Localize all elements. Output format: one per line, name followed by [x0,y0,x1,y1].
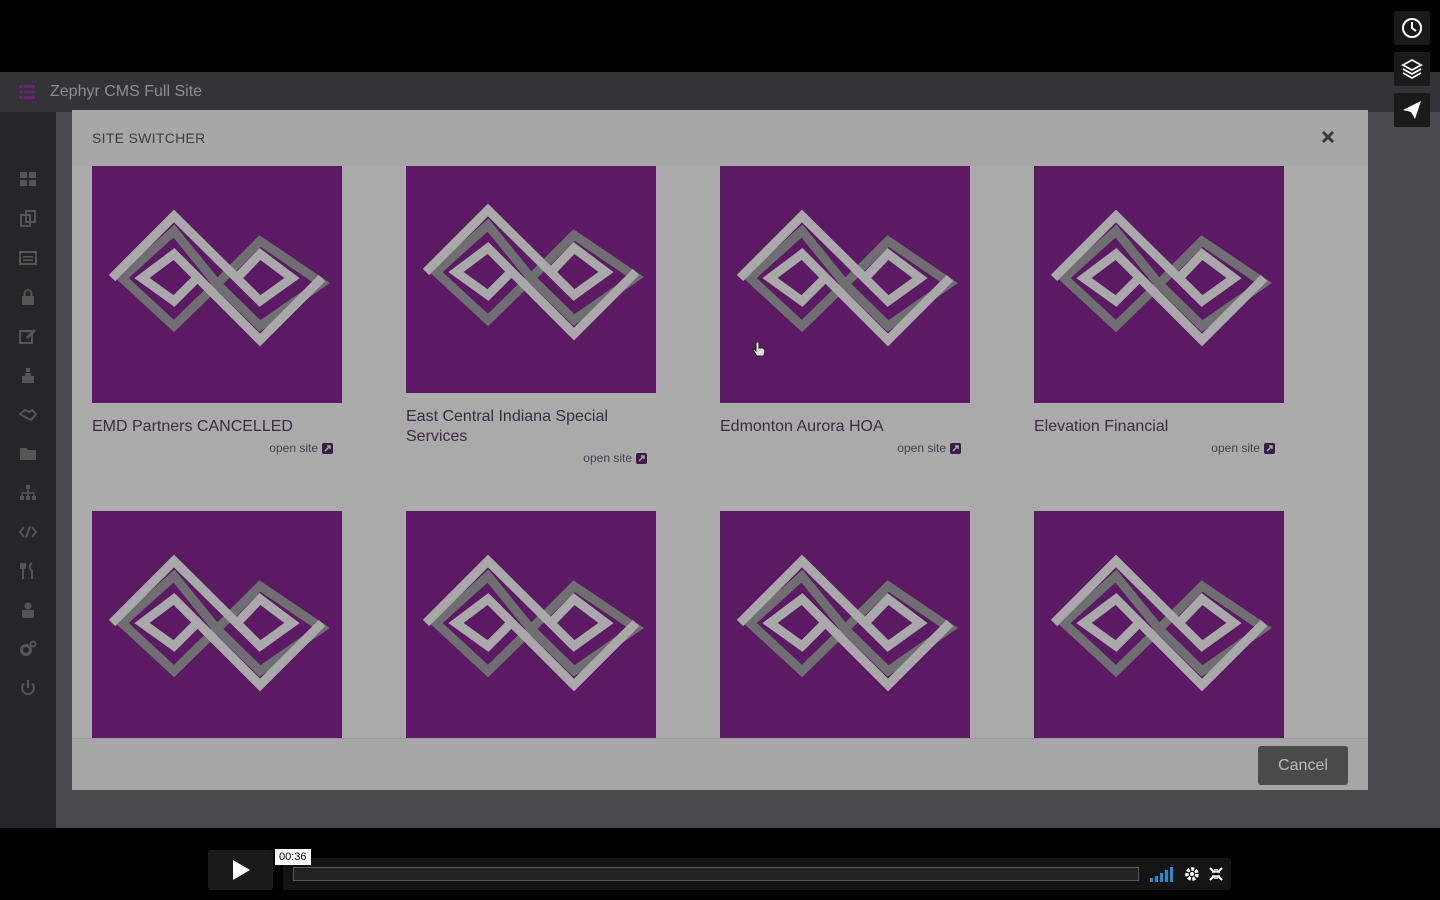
copy-icon[interactable] [18,209,38,229]
site-logo-icon[interactable] [406,166,656,393]
open-site-link[interactable]: open site [406,451,656,465]
sitemap-icon[interactable] [18,366,38,386]
site-card: EMD Partners CANCELLED open site [92,166,342,455]
site-name[interactable]: EMD Partners CANCELLED [92,417,342,437]
site-switcher-modal: SITE SWITCHER EMD Partners CANCELLED ope… [72,110,1368,790]
site-name[interactable]: Elevation Financial [1034,417,1284,437]
dashboard-icon[interactable] [18,169,38,189]
external-link-icon [950,442,961,454]
site-logo-icon[interactable] [720,511,970,738]
user-lock-icon[interactable] [18,600,38,620]
edit-icon[interactable] [18,326,38,346]
close-icon[interactable] [1318,127,1338,147]
lock-icon[interactable] [18,287,38,307]
utensils-icon[interactable] [18,561,38,581]
volume-icon[interactable] [1150,866,1174,882]
site-card: Elevation Financial open site [1034,166,1284,455]
modal-title: SITE SWITCHER [92,130,206,146]
external-link-icon [636,452,647,464]
site-card [1034,511,1284,738]
site-grid: EMD Partners CANCELLED open site East Ce… [72,166,1368,738]
settings-icon[interactable] [1183,865,1201,883]
site-logo-icon[interactable] [1034,166,1284,403]
open-site-link[interactable]: open site [720,441,970,455]
fullscreen-icon[interactable] [1209,867,1223,881]
site-name[interactable]: Edmonton Aurora HOA [720,417,970,437]
player-controls [283,858,1231,890]
clock-icon [1402,18,1422,38]
timecode: 00:36 [275,849,311,865]
open-site-label[interactable]: open site [269,441,318,455]
send-icon [1403,101,1421,119]
open-site-label[interactable]: open site [1211,441,1260,455]
site-logo-icon[interactable] [1034,511,1284,738]
send-button[interactable] [1394,93,1430,127]
code-icon[interactable] [18,522,38,542]
list-icon[interactable] [18,248,38,268]
external-link-icon [1264,442,1275,454]
open-site-link[interactable]: open site [1034,441,1284,455]
site-card: Edmonton Aurora HOA open site [720,166,970,455]
hand-cursor-icon [752,341,766,357]
site-logo-icon[interactable] [92,511,342,738]
site-card [406,511,656,738]
progress-bar[interactable] [293,867,1139,881]
top-bar: Zephyr CMS Full Site [0,72,1440,112]
app-title: Zephyr CMS Full Site [50,83,203,100]
power-icon[interactable] [18,678,38,698]
network-icon[interactable] [18,483,38,503]
modal-header: SITE SWITCHER [72,110,1368,166]
site-card: East Central Indiana Special Services op… [406,166,656,465]
open-site-link[interactable]: open site [92,441,342,455]
site-name[interactable]: East Central Indiana Special Services [406,407,656,447]
site-card [720,511,970,738]
site-logo-icon[interactable] [92,166,342,403]
layers-icon [1401,58,1423,80]
play-button[interactable] [208,850,273,890]
external-link-icon [322,442,333,454]
sidebar [0,112,56,828]
open-site-label[interactable]: open site [897,441,946,455]
open-site-label[interactable]: open site [583,451,632,465]
site-card [92,511,342,738]
cogs-icon[interactable] [18,639,38,659]
layers-button[interactable] [1394,52,1430,86]
clock-button[interactable] [1394,11,1430,45]
site-logo-icon[interactable] [720,166,970,403]
handshake-icon[interactable] [18,405,38,425]
play-icon [232,860,250,880]
modal-footer: Cancel [72,738,1368,790]
menu-list-icon[interactable] [17,82,37,102]
site-logo-icon[interactable] [406,511,656,738]
cancel-button[interactable]: Cancel [1258,746,1348,785]
folder-icon[interactable] [18,443,38,463]
